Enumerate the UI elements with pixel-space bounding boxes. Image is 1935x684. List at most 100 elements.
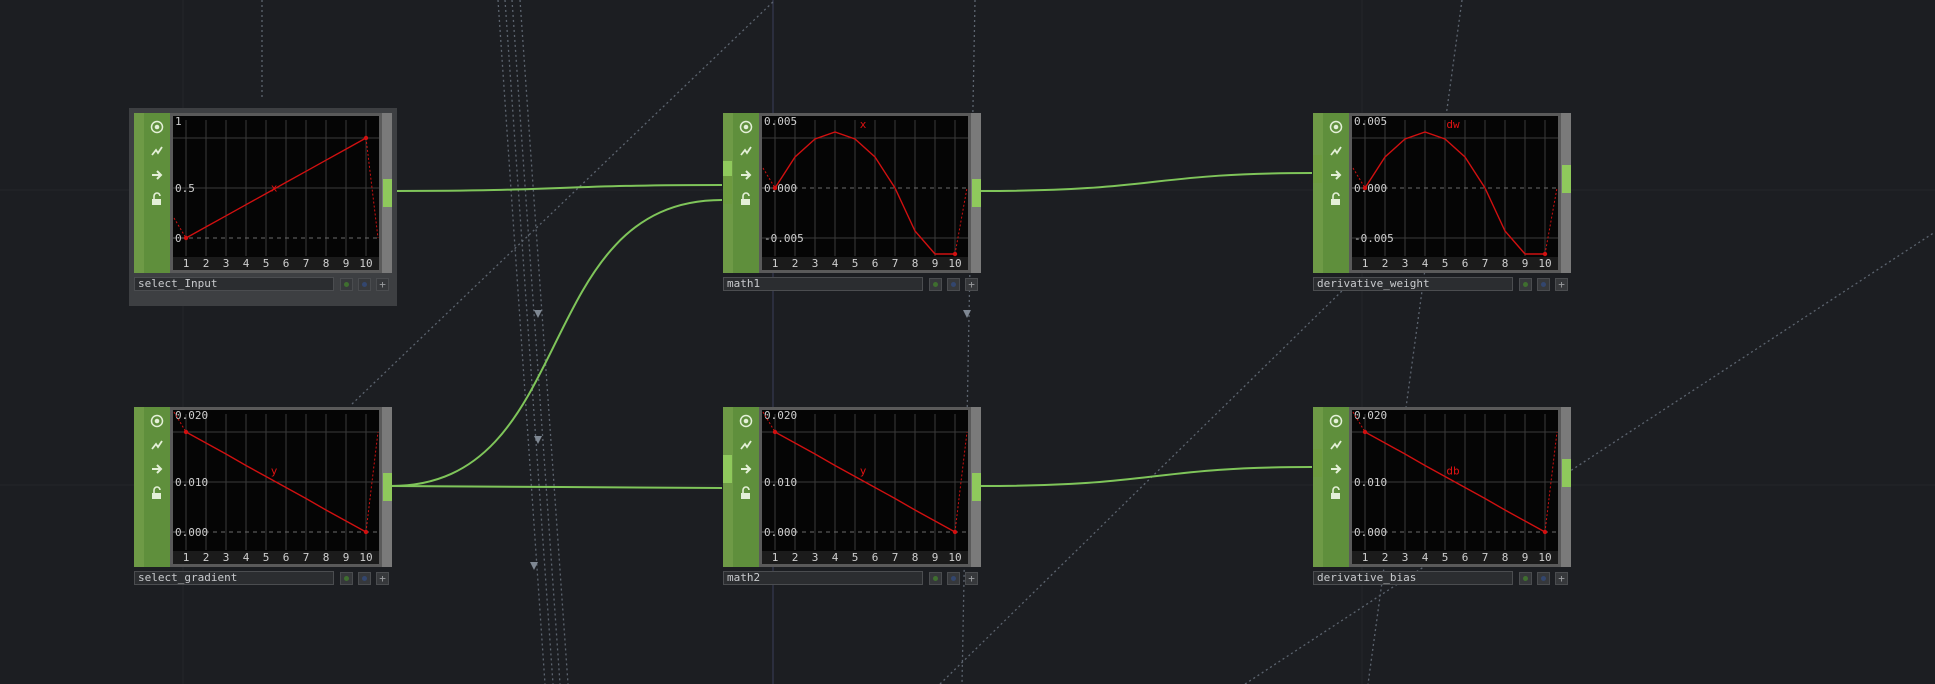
x-tick-label: 9 [932,257,939,270]
output-connector[interactable] [1562,165,1571,193]
y-tick-label: 0.000 [1354,526,1387,539]
x-tick-label: 4 [1422,551,1429,564]
cooking-icon[interactable] [1328,437,1344,453]
viewer-toggle-icon[interactable] [1328,119,1344,135]
x-tick-label: 7 [1482,551,1489,564]
viewer-toggle-icon[interactable] [149,413,165,429]
x-tick-label: 10 [1538,551,1551,564]
wire-select-input-to-math1[interactable] [396,184,723,192]
x-tick-label: 2 [1382,551,1389,564]
chop-viewer[interactable]: 1 0.5 0 1 2 3 4 5 6 7 8 9 10 x [170,113,382,273]
sample-point [363,529,369,535]
export-arrow-icon[interactable] [738,167,754,183]
output-connector[interactable] [383,179,392,207]
sample-point [772,429,778,435]
x-tick-label: 3 [1402,257,1409,270]
wire-select-gradient-to-math1[interactable] [390,199,723,487]
sample-point [1542,529,1548,535]
cooking-icon[interactable] [149,143,165,159]
export-arrow-icon[interactable] [1328,167,1344,183]
x-tick-label: 4 [832,551,839,564]
lock-icon[interactable] [149,485,165,501]
wire-select-gradient-to-math2[interactable] [390,485,723,489]
channel-name-label: x [860,118,867,131]
y-tick-label: 0.000 [175,526,208,539]
x-tick-label: 3 [223,257,230,270]
x-tick-label: 3 [812,257,819,270]
node-body[interactable]: 0.020 0.010 0.000 1 2 3 4 5 6 7 8 9 10 y [134,407,392,579]
node-select-gradient[interactable]: 0.020 0.010 0.000 1 2 3 4 5 6 7 8 9 10 y select_gradie… [134,407,392,601]
lock-icon[interactable] [738,485,754,501]
viewer-toggle-icon[interactable] [1328,413,1344,429]
node-math2[interactable]: 0.020 0.010 0.000 1 2 3 4 5 6 7 8 9 10 y math2 + [723,407,981,601]
output-connector[interactable] [1562,459,1571,487]
export-arrow-icon[interactable] [149,461,165,477]
lock-icon[interactable] [149,191,165,207]
wire-math2-to-derivative-bias[interactable] [980,466,1313,487]
node-output-strip [1561,113,1571,273]
channel-graph: 10.501 2 3 4 5 6 7 8 9 10x [173,116,379,270]
input-connector[interactable] [723,455,732,483]
x-tick-label: 6 [283,551,290,564]
chop-viewer[interactable]: 0.020 0.010 0.000 1 2 3 4 5 6 7 8 9 10 y [759,407,971,567]
node-select-input[interactable]: 1 0.5 0 1 2 3 4 5 6 7 8 9 10 x select_Input + [129,108,397,307]
node-flag-bar [733,113,759,273]
viewer-toggle-icon[interactable] [738,119,754,135]
x-tick-label: 2 [792,257,799,270]
chop-viewer[interactable]: 0.005 0.000 -0.005 1 2 3 4 5 6 7 8 9 10 x [759,113,971,273]
cooking-icon[interactable] [1328,143,1344,159]
node-body[interactable]: 0.020 0.010 0.000 1 2 3 4 5 6 7 8 9 10 db [1313,407,1571,579]
x-tick-label: 7 [303,257,310,270]
cooking-icon[interactable] [738,437,754,453]
x-tick-label: 8 [1502,551,1509,564]
sample-point [1362,185,1368,191]
output-connector[interactable] [383,473,392,501]
lock-icon[interactable] [1328,191,1344,207]
channel-name-label: dw [1446,118,1460,131]
output-connector[interactable] [972,473,981,501]
x-tick-label: 8 [323,551,330,564]
y-tick-label: 0.010 [1354,476,1387,489]
export-arrow-icon[interactable] [149,167,165,183]
output-connector[interactable] [972,179,981,207]
x-tick-label: 6 [283,257,290,270]
cooking-icon[interactable] [738,143,754,159]
sample-point [363,135,369,141]
viewer-toggle-icon[interactable] [738,413,754,429]
x-tick-label: 1 [183,257,190,270]
cooking-icon[interactable] [149,437,165,453]
chop-viewer[interactable]: 0.020 0.010 0.000 1 2 3 4 5 6 7 8 9 10 y [170,407,382,567]
node-input-strip [1313,113,1323,273]
x-tick-label: 3 [812,551,819,564]
export-arrow-icon[interactable] [1328,461,1344,477]
node-derivative-weight[interactable]: 0.005 0.000 -0.005 1 2 3 4 5 6 7 8 9 10 dw derivative_… [1313,113,1571,307]
input-connector[interactable] [1313,449,1322,477]
chop-viewer[interactable]: 0.020 0.010 0.000 1 2 3 4 5 6 7 8 9 10 db [1349,407,1561,567]
input-connector[interactable] [1313,155,1322,183]
node-body[interactable]: 0.020 0.010 0.000 1 2 3 4 5 6 7 8 9 10 y [723,407,981,579]
chop-viewer[interactable]: 0.005 0.000 -0.005 1 2 3 4 5 6 7 8 9 10 dw [1349,113,1561,273]
node-flag-bar [144,113,170,273]
lock-icon[interactable] [1328,485,1344,501]
x-tick-label: 8 [912,257,919,270]
x-tick-label: 6 [872,257,879,270]
x-tick-label: 6 [1462,551,1469,564]
x-tick-label: 4 [243,257,250,270]
node-body[interactable]: 1 0.5 0 1 2 3 4 5 6 7 8 9 10 x [134,113,392,285]
node-flag-bar [1323,113,1349,273]
export-arrow-icon[interactable] [738,461,754,477]
node-body[interactable]: 0.005 0.000 -0.005 1 2 3 4 5 6 7 8 9 10 dw [1313,113,1571,285]
x-tick-label: 9 [1522,551,1529,564]
node-body[interactable]: 0.005 0.000 -0.005 1 2 3 4 5 6 7 8 9 10 x [723,113,981,285]
x-tick-label: 6 [1462,257,1469,270]
node-derivative-bias[interactable]: 0.020 0.010 0.000 1 2 3 4 5 6 7 8 9 10 db derivative_b… [1313,407,1571,601]
x-tick-label: 5 [1442,257,1449,270]
x-tick-label: 7 [1482,257,1489,270]
node-math1[interactable]: 0.005 0.000 -0.005 1 2 3 4 5 6 7 8 9 10 x math1 + [723,113,981,307]
node-output-strip [1561,407,1571,567]
wire-math1-to-derivative-weight[interactable] [980,172,1313,192]
lock-icon[interactable] [738,191,754,207]
x-tick-label: 10 [1538,257,1551,270]
input-connector[interactable] [723,176,732,204]
viewer-toggle-icon[interactable] [149,119,165,135]
